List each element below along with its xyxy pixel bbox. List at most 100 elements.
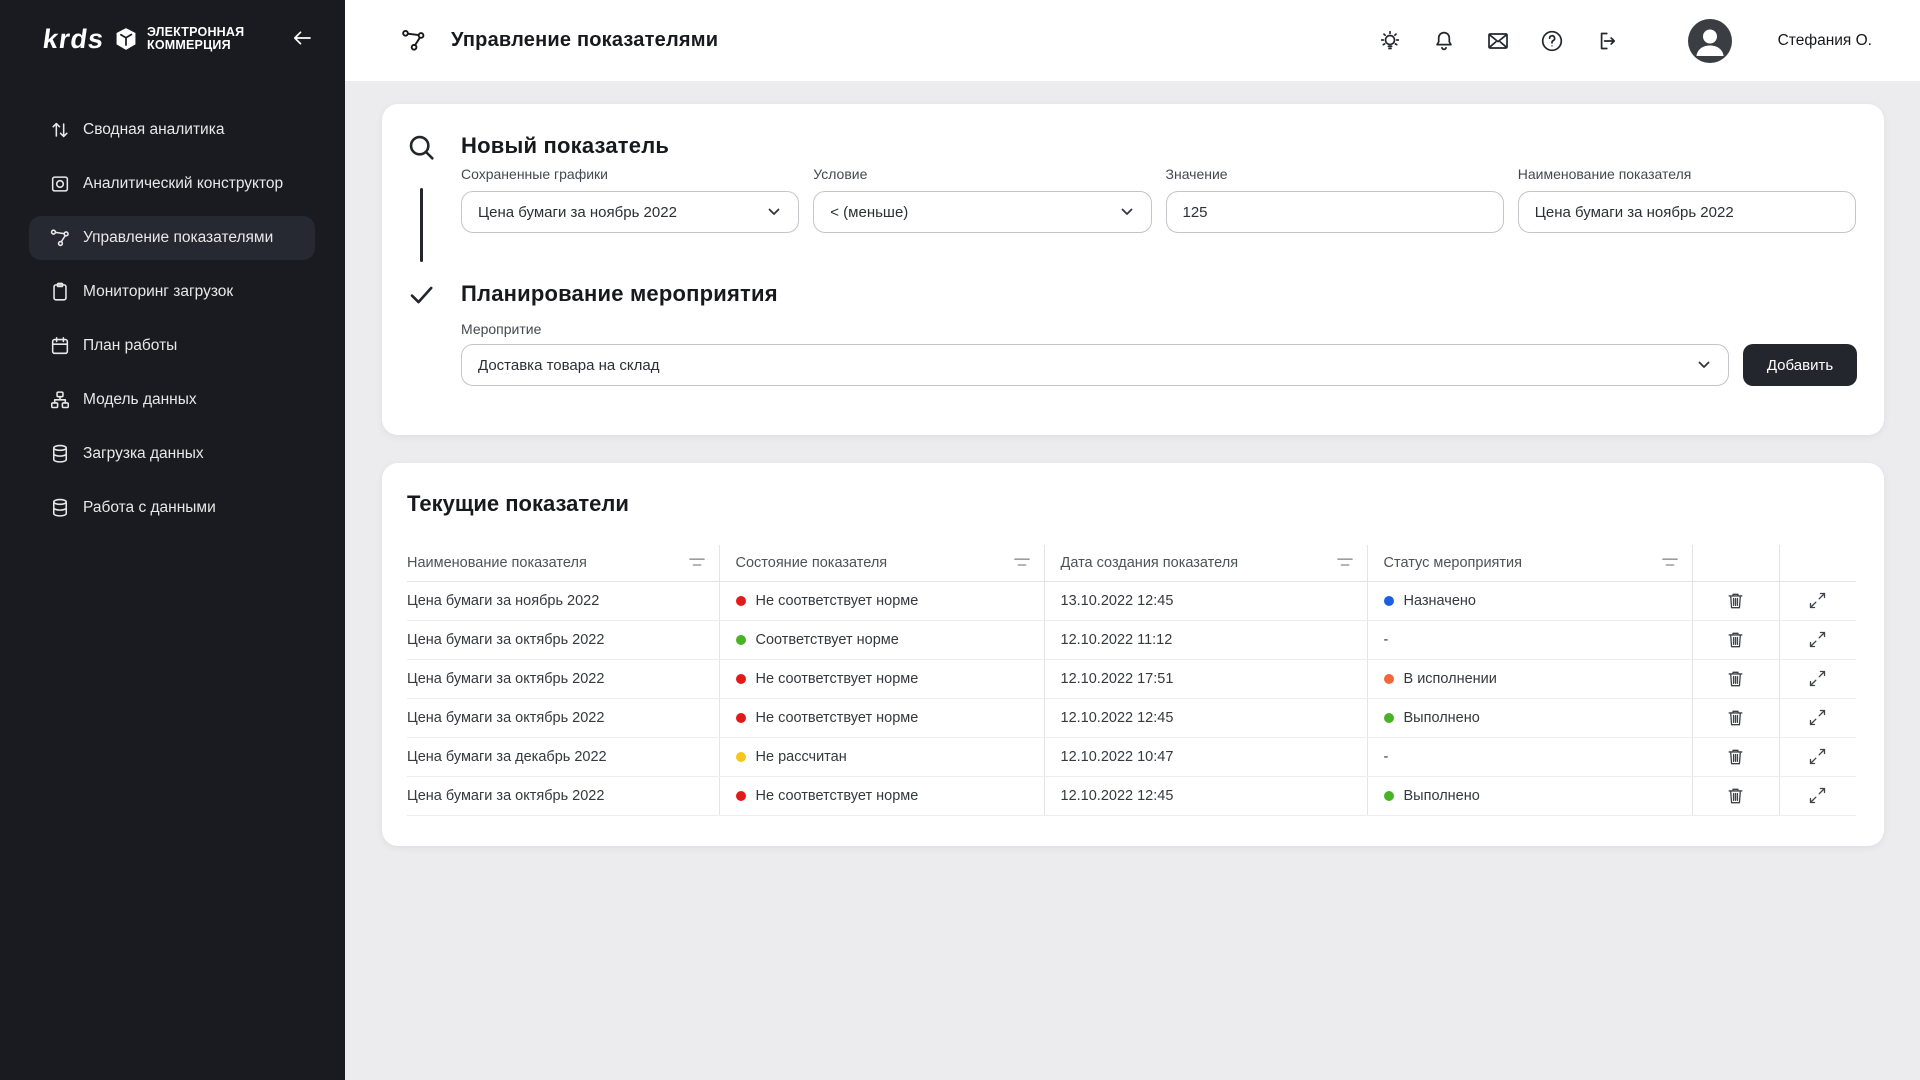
expand-row-button[interactable] — [1780, 629, 1857, 650]
indicator-name-cell: Цена бумаги за октябрь 2022 — [407, 659, 719, 698]
sidebar-item-label: Модель данных — [83, 391, 197, 409]
sidebar-item[interactable]: Модель данных — [29, 378, 315, 422]
sidebar-item[interactable]: План работы — [29, 324, 315, 368]
avatar[interactable] — [1688, 19, 1732, 63]
delete-row-button[interactable] — [1693, 590, 1779, 611]
sidebar-item[interactable]: Управление показателями — [29, 216, 315, 260]
database-icon — [49, 497, 71, 519]
expand-row-button[interactable] — [1780, 785, 1857, 806]
delete-row-button[interactable] — [1693, 785, 1779, 806]
status-dot — [1384, 713, 1394, 723]
sidebar-item-label: Работа с данными — [83, 499, 216, 517]
delete-row-button[interactable] — [1693, 746, 1779, 767]
delete-row-button[interactable] — [1693, 668, 1779, 689]
indicator-state-cell: Не соответствует норме — [719, 659, 1044, 698]
hierarchy-icon — [49, 389, 71, 411]
sidebar-item-label: План работы — [83, 337, 177, 355]
expand-row-button[interactable] — [1780, 590, 1857, 611]
delete-row-button[interactable] — [1693, 707, 1779, 728]
status-dot — [736, 791, 746, 801]
sidebar-item[interactable]: Мониторинг загрузок — [29, 270, 315, 314]
brand-wordmark: krds — [41, 26, 106, 53]
status-dot — [1384, 791, 1394, 801]
sidebar-item-label: Мониторинг загрузок — [83, 283, 233, 301]
database-icon — [49, 443, 71, 465]
chevron-down-icon — [1119, 204, 1135, 220]
created-date-cell: 12.10.2022 10:47 — [1044, 737, 1367, 776]
table-row: Цена бумаги за октябрь 2022Не соответств… — [407, 698, 1856, 737]
indicator-state-cell: Не соответствует норме — [719, 581, 1044, 620]
indicator-name-cell: Цена бумаги за октябрь 2022 — [407, 620, 719, 659]
event-status-cell: Выполнено — [1367, 776, 1692, 815]
expand-row-button[interactable] — [1780, 746, 1857, 767]
indicator-state-cell: Не рассчитан — [719, 737, 1044, 776]
form-field: Значение — [1166, 166, 1504, 233]
event-label: Меропритие — [461, 321, 541, 337]
sidebar-item[interactable]: Сводная аналитика — [29, 108, 315, 152]
new-indicator-title: Новый показатель — [461, 133, 669, 159]
sidebar-item[interactable]: Работа с данными — [29, 486, 315, 530]
indicator-name-cell: Цена бумаги за декабрь 2022 — [407, 737, 719, 776]
topbar-actions: Стефания О. — [1378, 19, 1872, 63]
table-row: Цена бумаги за октябрь 2022Не соответств… — [407, 659, 1856, 698]
actions-column-header — [1692, 545, 1779, 581]
delete-row-button[interactable] — [1693, 629, 1779, 650]
current-indicators-card: Текущие показатели Наименование показате… — [382, 463, 1884, 846]
sidebar-item-label: Загрузка данных — [83, 445, 204, 463]
idea-icon[interactable] — [1378, 29, 1402, 53]
sidebar-menu: Сводная аналитика Аналитический конструкт… — [0, 108, 345, 540]
help-icon[interactable] — [1540, 29, 1564, 53]
column-header: Дата создания показателя — [1044, 545, 1367, 581]
logo: krds ЭЛЕКТРОННАЯ КОММЕРЦИЯ — [43, 24, 244, 54]
topbar: Управление показателями Стефания О. — [345, 0, 1920, 81]
page-title: Управление показателями — [451, 29, 718, 52]
filter-icon[interactable] — [1337, 557, 1353, 568]
field-label: Сохраненные графики — [461, 166, 799, 182]
expand-row-button[interactable] — [1780, 668, 1857, 689]
value-input[interactable] — [1183, 204, 1487, 221]
indicator-name-cell: Цена бумаги за ноябрь 2022 — [407, 581, 719, 620]
sidebar-collapse-button[interactable] — [289, 26, 315, 52]
mail-icon[interactable] — [1486, 29, 1510, 53]
field-label: Условие — [813, 166, 1151, 182]
add-button[interactable]: Добавить — [1743, 344, 1857, 386]
chevron-down-icon — [766, 204, 782, 220]
form-field: Наименование показателя — [1518, 166, 1856, 233]
event-status-cell: В исполнении — [1367, 659, 1692, 698]
indicator-name-cell: Цена бумаги за октябрь 2022 — [407, 776, 719, 815]
form-field: Сохраненные графики Цена бумаги за ноябр… — [461, 166, 799, 233]
sidebar-item[interactable]: Аналитический конструктор — [29, 162, 315, 206]
table-row: Цена бумаги за октябрь 2022Соответствует… — [407, 620, 1856, 659]
created-date-cell: 12.10.2022 17:51 — [1044, 659, 1367, 698]
sidebar-item-label: Управление показателями — [83, 229, 273, 247]
user-name[interactable]: Стефания О. — [1778, 32, 1872, 50]
created-date-cell: 13.10.2022 12:45 — [1044, 581, 1367, 620]
expand-row-button[interactable] — [1780, 707, 1857, 728]
check-icon — [407, 280, 436, 309]
bell-icon[interactable] — [1432, 29, 1456, 53]
logout-icon[interactable] — [1594, 29, 1618, 53]
filter-icon[interactable] — [1014, 557, 1030, 568]
value-input-wrap — [1166, 191, 1504, 233]
table-row: Цена бумаги за октябрь 2022Не соответств… — [407, 776, 1856, 815]
nodes-icon — [400, 27, 427, 54]
stepper-connector — [420, 188, 423, 262]
event-status-cell: - — [1367, 737, 1692, 776]
status-dot — [1384, 596, 1394, 606]
status-dot — [736, 635, 746, 645]
indicator-name-cell: Цена бумаги за октябрь 2022 — [407, 698, 719, 737]
brand-subtitle: ЭЛЕКТРОННАЯ КОММЕРЦИЯ — [147, 26, 244, 53]
cube-logo-icon — [113, 26, 139, 52]
indicator-name-input[interactable] — [1535, 204, 1839, 221]
sidebar-item[interactable]: Загрузка данных — [29, 432, 315, 476]
saved-charts-select[interactable]: Цена бумаги за ноябрь 2022 — [461, 191, 799, 233]
sidebar-item-label: Сводная аналитика — [83, 121, 224, 139]
condition-select[interactable]: < (меньше) — [813, 191, 1151, 233]
status-dot — [736, 752, 746, 762]
sidebar: krds ЭЛЕКТРОННАЯ КОММЕРЦИЯ Сводная анали… — [0, 0, 345, 1080]
filter-icon[interactable] — [1662, 557, 1678, 568]
filter-icon[interactable] — [689, 557, 705, 568]
event-select[interactable]: Доставка товара на склад — [461, 344, 1729, 386]
column-header: Состояние показателя — [719, 545, 1044, 581]
event-status-cell: - — [1367, 620, 1692, 659]
